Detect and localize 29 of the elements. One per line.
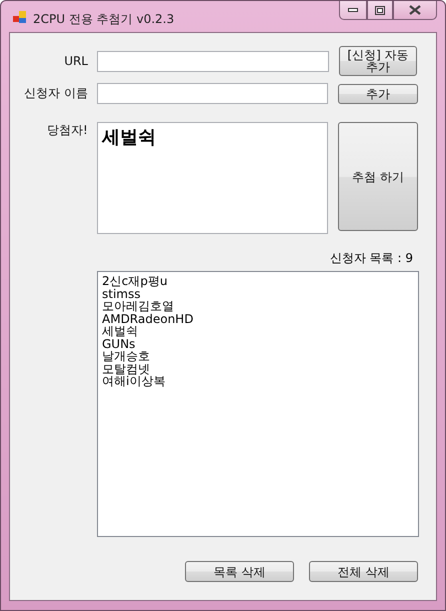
applicant-item[interactable]: AMDRadeonHD — [102, 312, 414, 325]
minimize-icon — [348, 8, 358, 12]
applicant-item[interactable]: 모탈컴넷 — [102, 362, 414, 375]
delete-button[interactable]: 전체 삭제 — [309, 561, 418, 582]
maximize-button[interactable] — [367, 1, 393, 20]
applicant-item[interactable]: 세벌쉭 — [102, 325, 414, 338]
applicant-name-label: 신청자 이름 — [22, 85, 88, 102]
applicant-count: 신청자 목록 : 9 — [330, 250, 413, 267]
winner-label: 당첨자! — [46, 122, 88, 139]
winner-field: 세벌쉭 — [96, 122, 328, 234]
close-button[interactable] — [393, 1, 437, 20]
auto-add-button[interactable]: [신청] 자동 추가 — [339, 46, 417, 76]
close-icon — [409, 5, 421, 15]
applicant-item[interactable]: 모아레김호열 — [102, 300, 414, 312]
maximize-icon — [375, 6, 385, 14]
add-button[interactable]: 추가 — [338, 84, 418, 104]
delete-button[interactable]: 목록 삭제 — [185, 561, 294, 582]
applicant-item[interactable]: 날개승호 — [102, 350, 414, 362]
applicant-name-field[interactable] — [96, 83, 328, 104]
app-icon — [13, 10, 27, 24]
url-label: URL — [63, 54, 88, 68]
url-field[interactable] — [97, 50, 329, 72]
applicant-item[interactable]: 2신c재p평u — [102, 275, 414, 288]
window-title: 2CPU 전용 추첨기 v0.2.3 — [33, 11, 174, 28]
draw-button[interactable]: 추첨 하기 — [338, 122, 418, 231]
applicant-item[interactable]: stimss — [102, 288, 414, 300]
applicant-item[interactable]: GUNs — [102, 338, 414, 350]
applicant-item[interactable]: 여해i이상복 — [102, 375, 414, 388]
minimize-button[interactable] — [339, 1, 367, 20]
